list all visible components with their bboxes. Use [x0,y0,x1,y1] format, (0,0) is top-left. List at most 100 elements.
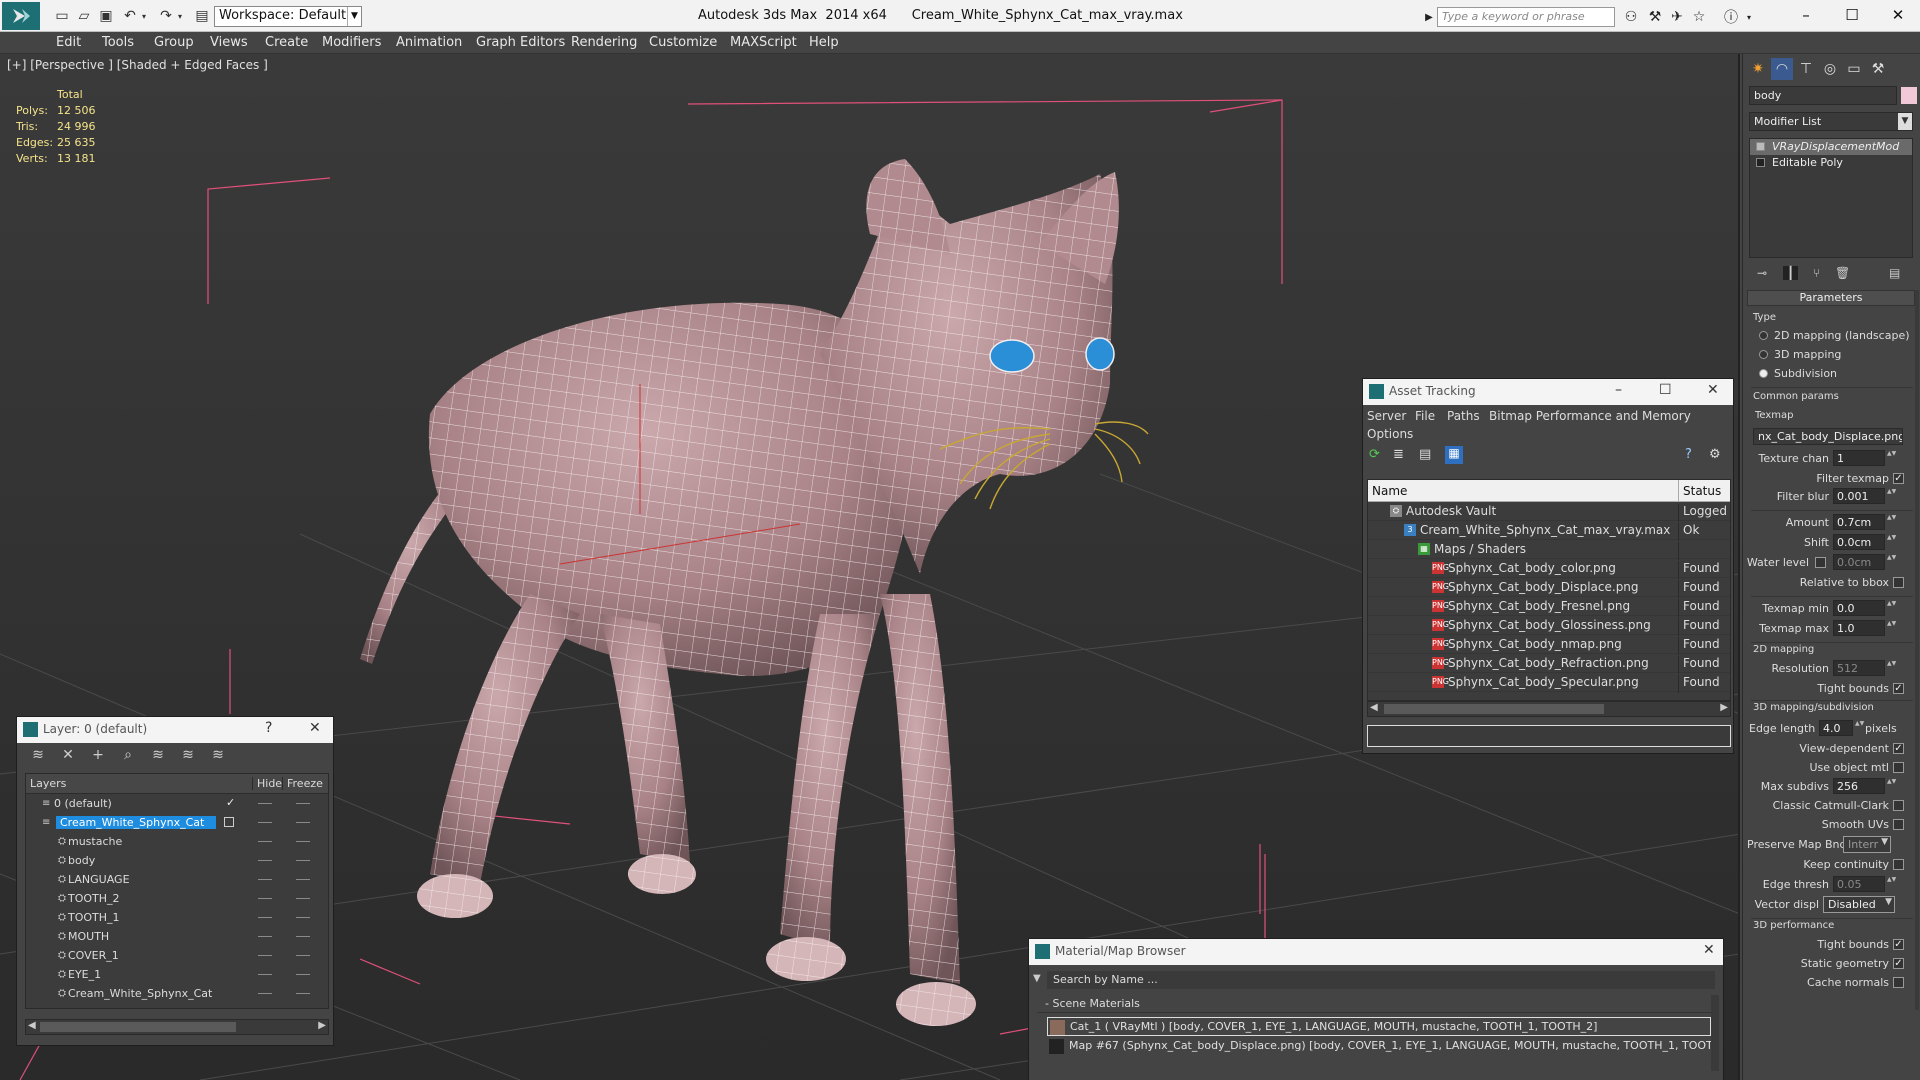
tree-view-icon[interactable]: ▤ [1419,447,1431,462]
viewport-label[interactable]: [+] [Perspective ] [Shaded + Edged Faces… [7,58,268,72]
close-window-button[interactable]: ✕ [1884,4,1912,26]
menu-file[interactable]: File [1415,409,1435,423]
hide-toggle[interactable] [258,841,272,842]
shift-field[interactable]: 0.0cm [1833,534,1885,550]
scroll-left-icon[interactable]: ◀ [1370,702,1378,713]
open-file-icon[interactable]: ▱ [74,6,94,26]
configure-modifier-sets-icon[interactable]: ▤ [1889,266,1900,280]
material-browser-titlebar[interactable]: Material/Map Browser ✕ [1029,939,1723,965]
layer-object-row[interactable]: ⛭ LANGUAGE [26,870,328,889]
menu-customize[interactable]: Customize [649,35,717,50]
static-geometry-checkbox[interactable]: ✓ [1893,958,1904,969]
map-row[interactable]: Map #67 (Sphynx_Cat_body_Displace.png) [… [1047,1037,1711,1056]
help-icon[interactable]: ⓘ [1722,8,1740,26]
spinner-icon[interactable]: ▲▼ [1887,488,1896,504]
binoculars-icon[interactable]: ⚇ [1622,8,1640,26]
undo-dropdown-icon[interactable]: ▾ [134,6,154,26]
asset-row[interactable]: ⛭ Autodesk Vault Logged Out [1368,502,1730,522]
communication-center-icon[interactable]: ✈ [1668,8,1686,26]
asset-row[interactable]: PNG Sphynx_Cat_body_nmap.png Found [1368,635,1730,655]
menu-tools[interactable]: Tools [102,35,134,50]
select-layers-icon[interactable]: ≋ [149,747,167,765]
favorites-star-icon[interactable]: ☆ [1690,8,1708,26]
menu-server[interactable]: Server [1367,409,1406,423]
asset-row[interactable]: 3 Cream_White_Sphynx_Cat_max_vray.max Ok [1368,521,1730,541]
pin-stack-icon[interactable]: ⊸ [1757,266,1767,280]
layer-object-row[interactable]: ⛭ EYE_1 [26,965,328,984]
expand-search-icon[interactable]: ▶ [1420,8,1438,26]
keep-continuity-checkbox[interactable] [1893,859,1904,870]
modifier-list-dropdown[interactable]: Modifier List ▼ [1749,112,1913,131]
perf-tight-bounds-checkbox[interactable]: ✓ [1893,939,1904,950]
project-folder-icon[interactable]: ▤ [192,6,212,26]
lightbulb-icon[interactable] [1756,142,1765,151]
stack-item-editable-poly[interactable]: Editable Poly [1750,155,1912,171]
max-subdivs-field[interactable]: 256 [1833,778,1885,794]
add-to-layer-icon[interactable]: + [89,747,107,765]
hide-toggle[interactable] [258,822,272,823]
hide-toggle[interactable] [258,955,272,956]
layer-row[interactable]: ≡ 0 (default) ✓ [26,794,328,813]
list-view-icon[interactable]: ≣ [1393,447,1404,462]
delete-layer-icon[interactable]: ✕ [59,747,77,765]
asset-table[interactable]: Name Status ⛭ Autodesk Vault Logged Out 3 Cr… [1367,479,1731,701]
texmap-min-field[interactable]: 0.0 [1833,600,1885,616]
column-layers[interactable]: Layers [30,777,66,790]
menu-graph-editors[interactable]: Graph Editors [476,35,565,50]
relative-bbox-checkbox[interactable] [1893,577,1904,588]
texmap-button[interactable]: nx_Cat_body_Displace.png) [1753,428,1903,445]
hierarchy-tab-icon[interactable]: ⊤ [1795,58,1817,80]
freeze-toggle[interactable] [296,955,310,956]
save-file-icon[interactable]: ▣ [96,6,116,26]
menu-animation[interactable]: Animation [396,35,462,50]
asset-row[interactable]: PNG Sphynx_Cat_body_Refraction.png Found [1368,654,1730,674]
freeze-toggle[interactable] [296,917,310,918]
close-icon[interactable]: ✕ [1703,942,1715,958]
freeze-toggle[interactable] [296,936,310,937]
create-tab-icon[interactable]: ✷ [1747,58,1769,80]
browser-options-icon[interactable]: ▼ [1033,973,1041,984]
column-status[interactable]: Status [1678,480,1721,502]
workspace-dropdown[interactable]: Workspace: Default ▼ [214,6,362,27]
menu-options[interactable]: Options [1367,427,1413,441]
menu-views[interactable]: Views [210,35,248,50]
spinner-icon[interactable]: ▲▼ [1855,720,1864,736]
hide-toggle[interactable] [258,993,272,994]
object-color-swatch[interactable] [1901,87,1917,104]
motion-tab-icon[interactable]: ◎ [1819,58,1841,80]
make-unique-icon[interactable]: ⑂ [1813,266,1820,280]
column-freeze[interactable]: Freeze [282,777,323,790]
keyword-search-input[interactable]: Type a keyword or phrase [1437,7,1615,27]
layer-object-row[interactable]: ⛭ MOUTH [26,927,328,946]
remove-modifier-icon[interactable]: 🗑 [1835,266,1850,280]
hide-toggle[interactable] [258,803,272,804]
hide-toggle[interactable] [258,879,272,880]
scrollbar-thumb[interactable] [1384,704,1604,714]
spinner-icon[interactable]: ▲▼ [1887,876,1896,892]
layer-row[interactable]: ≡ Cream_White_Sphynx_Cat [26,813,328,832]
hide-toggle[interactable] [258,860,272,861]
menu-create[interactable]: Create [265,35,308,50]
edge-length-field[interactable]: 4.0 [1819,720,1853,736]
scroll-right-icon[interactable]: ▶ [1720,702,1728,713]
asset-row[interactable]: PNG Sphynx_Cat_body_Displace.png Found [1368,578,1730,598]
spinner-icon[interactable]: ▲▼ [1887,660,1896,676]
hide-toggle[interactable] [258,917,272,918]
maximize-icon[interactable]: ☐ [1659,382,1672,398]
material-row[interactable]: Cat_1 ( VRayMtl ) [body, COVER_1, EYE_1,… [1047,1017,1711,1036]
redo-dropdown-icon[interactable]: ▾ [170,6,190,26]
column-name[interactable]: Name [1372,484,1407,498]
freeze-toggle[interactable] [296,822,310,823]
layer-object-row[interactable]: ⛭ COVER_1 [26,946,328,965]
expand-icon[interactable] [1756,158,1765,167]
hide-freeze-all-icon[interactable]: ≋ [209,747,227,765]
menu-paths[interactable]: Paths [1447,409,1480,423]
asset-panel-titlebar[interactable]: Asset Tracking – ☐ ✕ [1363,379,1733,405]
freeze-toggle[interactable] [296,974,310,975]
layer-object-row[interactable]: ⛭ mustache [26,832,328,851]
spinner-icon[interactable]: ▲▼ [1887,534,1896,550]
show-end-result-icon[interactable]: ┃ [1783,266,1799,280]
material-vertical-scrollbar[interactable] [1711,995,1719,1071]
set-current-checkbox[interactable] [224,817,234,827]
tight-bounds-checkbox[interactable]: ✓ [1893,683,1904,694]
